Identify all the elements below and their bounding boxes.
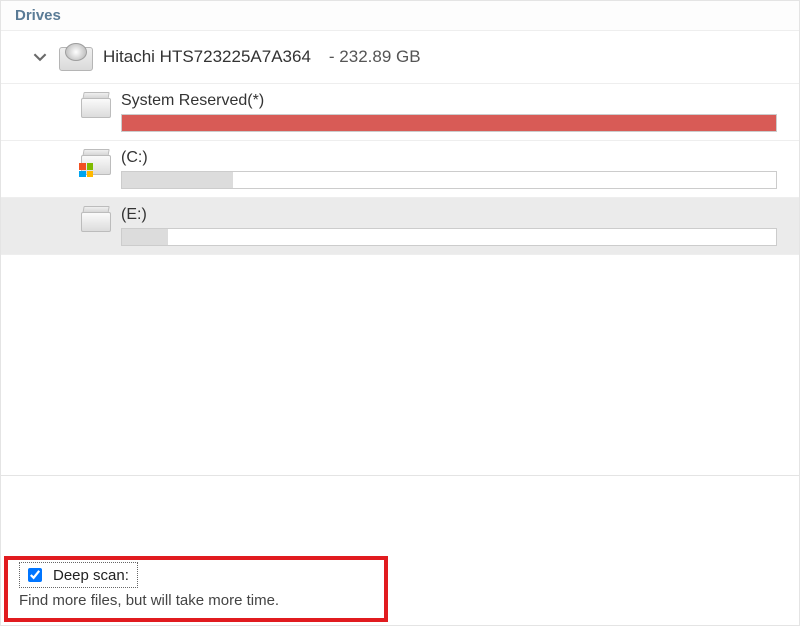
partition-list: System Reserved(*) (C:) (E:) [1, 84, 799, 255]
drive-name: Hitachi HTS723225A7A364 [103, 47, 311, 67]
footer: Deep scan: Find more files, but will tak… [1, 550, 799, 625]
deepscan-label: Deep scan: [53, 567, 129, 584]
volume-icon [81, 206, 111, 232]
deepscan-description: Find more files, but will take more time… [19, 592, 781, 609]
usage-fill [122, 172, 233, 188]
partition-label: (E:) [121, 206, 777, 228]
drive-size: - 232.89 GB [329, 47, 421, 67]
partition-row[interactable]: (E:) [1, 198, 799, 255]
volume-icon [81, 149, 111, 175]
partition-label: (C:) [121, 149, 777, 171]
usage-bar [121, 114, 777, 132]
volume-icon [81, 92, 111, 118]
usage-bar [121, 228, 777, 246]
chevron-down-icon[interactable] [31, 48, 49, 66]
drives-tab-label: Drives [15, 7, 61, 24]
deepscan-option[interactable]: Deep scan: [19, 562, 138, 588]
partition-row[interactable]: System Reserved(*) [1, 84, 799, 141]
drives-header: Drives [1, 1, 799, 30]
empty-area [1, 255, 799, 475]
partition-row[interactable]: (C:) [1, 141, 799, 198]
partition-label: System Reserved(*) [121, 92, 777, 114]
drives-panel: Drives Hitachi HTS723225A7A364 - 232.89 … [0, 0, 800, 626]
usage-fill [122, 229, 168, 245]
drive-row[interactable]: Hitachi HTS723225A7A364 - 232.89 GB [1, 30, 799, 84]
usage-bar [121, 171, 777, 189]
usage-fill [122, 115, 776, 131]
hdd-icon [59, 43, 93, 71]
deepscan-checkbox[interactable] [28, 568, 42, 582]
